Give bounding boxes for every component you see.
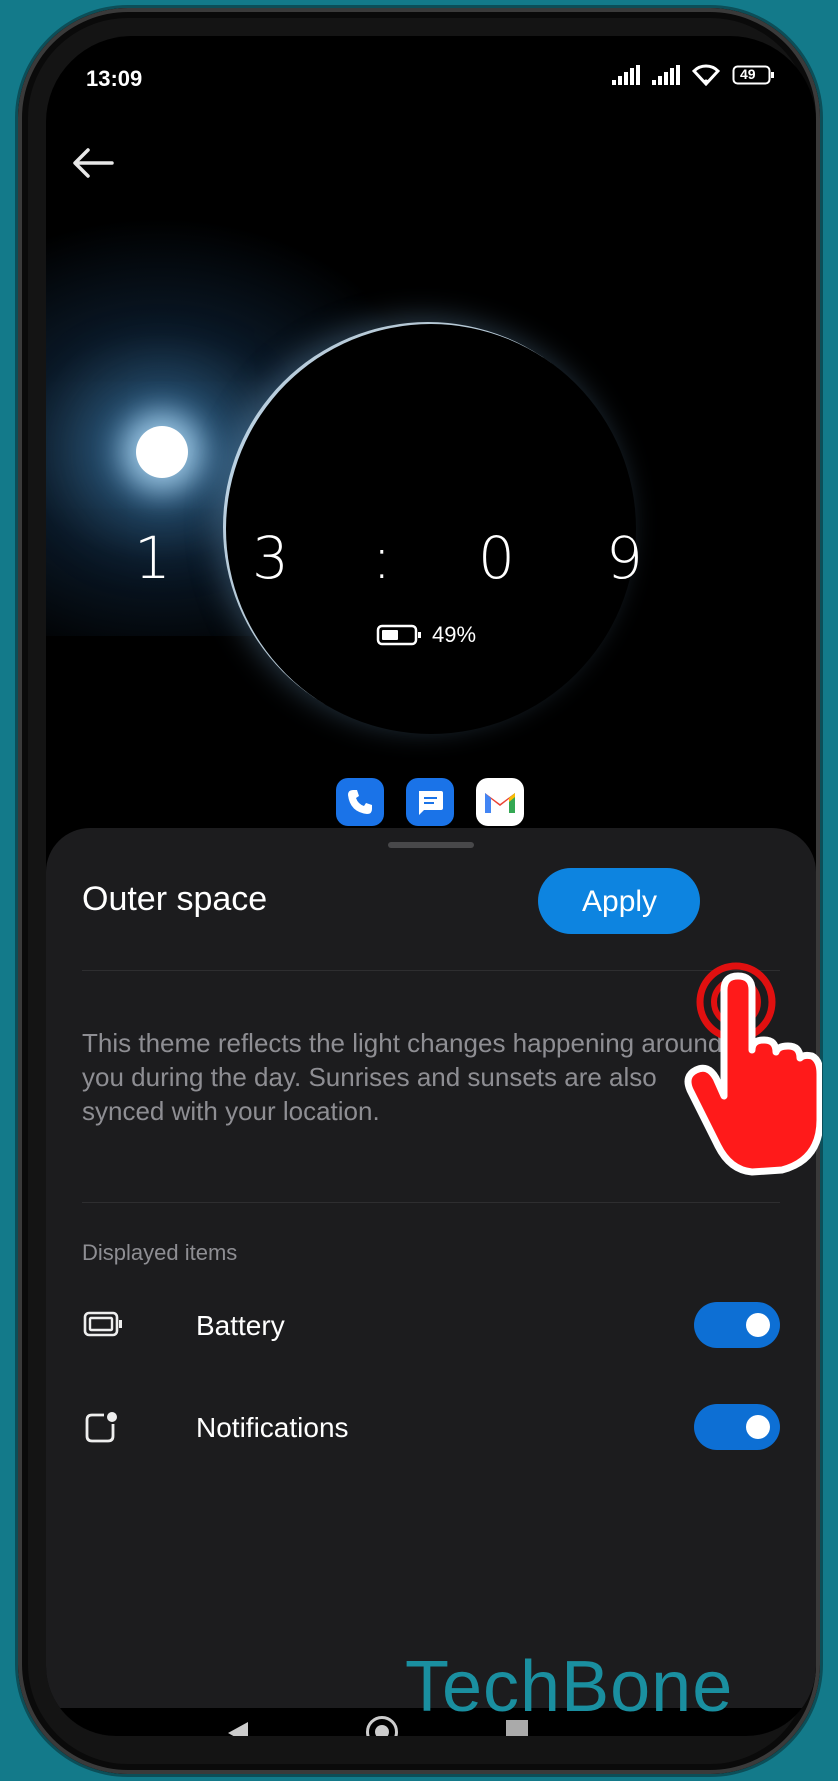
clock-digit: : — [372, 524, 392, 592]
clock-digit: 1 — [134, 524, 171, 592]
battery-icon: 49 — [732, 64, 776, 86]
status-time: 13:09 — [86, 66, 143, 91]
phone-screen: 13:09 49 1 3 : 0 9 49% Outer space Apply… — [46, 36, 816, 1736]
battery-toggle[interactable] — [694, 1302, 780, 1348]
preview-battery-percent: 49% — [432, 622, 477, 647]
wifi-icon — [692, 64, 720, 86]
tap-pointer-icon — [672, 950, 824, 1185]
clock-digit: 3 — [252, 524, 289, 592]
sun-icon — [136, 426, 188, 478]
signal-icon — [652, 65, 680, 85]
notifications-row[interactable]: Notifications — [82, 1404, 780, 1454]
preview-dock — [336, 778, 524, 826]
status-icons: 49 — [612, 64, 776, 86]
gmail-app-icon — [476, 778, 524, 826]
notification-icon — [82, 1410, 122, 1451]
notifications-label: Notifications — [196, 1412, 349, 1443]
notifications-toggle[interactable] — [694, 1404, 780, 1450]
battery-icon — [376, 624, 421, 646]
theme-title: Outer space — [82, 880, 268, 918]
battery-row[interactable]: Battery — [82, 1302, 780, 1352]
messages-app-icon — [406, 778, 454, 826]
theme-description: This theme reflects the light changes ha… — [82, 1028, 723, 1126]
battery-level: 49 — [740, 66, 756, 82]
clock-digit: 0 — [478, 524, 515, 592]
nav-back-icon[interactable] — [226, 1720, 250, 1736]
preview-clock: 1 3 : 0 9 — [46, 524, 816, 594]
clock-digit: 9 — [606, 524, 643, 592]
divider — [82, 1202, 780, 1203]
phone-app-icon — [336, 778, 384, 826]
nav-home-icon[interactable] — [366, 1716, 398, 1736]
preview-battery: 49% — [376, 622, 476, 648]
battery-icon — [82, 1308, 126, 1345]
signal-icon — [612, 65, 640, 85]
apply-button[interactable]: Apply — [538, 868, 700, 934]
back-arrow-icon[interactable] — [68, 138, 118, 188]
section-label: Displayed items — [82, 1240, 238, 1265]
sheet-drag-handle[interactable] — [388, 842, 474, 848]
battery-label: Battery — [196, 1310, 285, 1341]
watermark-logo: TechBone — [405, 1647, 734, 1727]
